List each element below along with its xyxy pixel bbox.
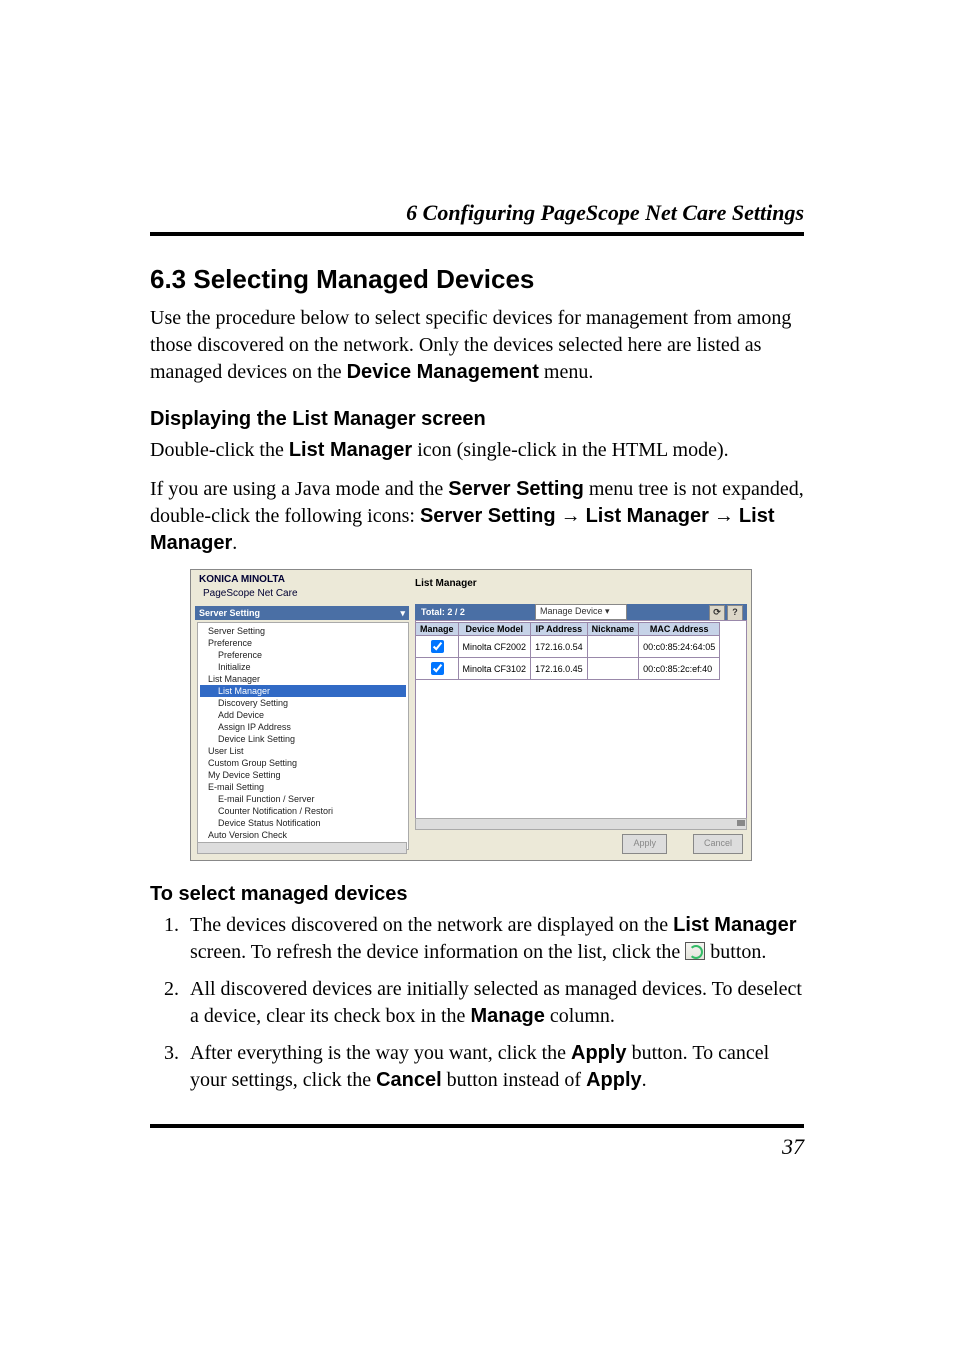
list-item: The devices discovered on the network ar… xyxy=(184,912,804,966)
settings-tree[interactable]: Server Setting Preference Preference Ini… xyxy=(197,622,409,850)
tree-device-link[interactable]: Device Link Setting xyxy=(200,733,406,745)
tree-preference-sub[interactable]: Preference xyxy=(200,649,406,661)
tree-scrollbar[interactable] xyxy=(197,842,407,854)
screenshot-list-manager: KONICA MINOLTA PageScope Net Care Server… xyxy=(190,569,752,861)
tree-user-list[interactable]: User List xyxy=(200,745,406,757)
page-number: 37 xyxy=(150,1134,804,1160)
tree-server-setting[interactable]: Server Setting xyxy=(200,625,406,637)
subhead-select: To select managed devices xyxy=(150,883,804,906)
tree-assign-ip[interactable]: Assign IP Address xyxy=(200,721,406,733)
col-device-model[interactable]: Device Model xyxy=(458,623,531,636)
panel-toolbar: Total: 2 / 2 Manage Device ▾ ⟳ ? xyxy=(415,604,747,620)
app-name: PageScope Net Care xyxy=(203,588,298,599)
sub1-para2: If you are using a Java mode and the Ser… xyxy=(150,476,804,557)
refresh-icon[interactable]: ⟳ xyxy=(709,605,725,621)
sub1-para1: Double-click the List Manager icon (sing… xyxy=(150,437,804,464)
section-intro: Use the procedure below to select specif… xyxy=(150,305,804,386)
tree-counter-notif[interactable]: Counter Notification / Restori xyxy=(200,805,406,817)
brand-logo: KONICA MINOLTA xyxy=(199,574,285,585)
tree-preference[interactable]: Preference xyxy=(200,637,406,649)
tree-initialize[interactable]: Initialize xyxy=(200,661,406,673)
help-icon[interactable]: ? xyxy=(727,605,743,621)
table-scrollbar[interactable] xyxy=(415,818,747,830)
tree-auto-version-group[interactable]: Auto Version Check xyxy=(200,829,406,841)
tree-add-device[interactable]: Add Device xyxy=(200,709,406,721)
manage-device-dropdown[interactable]: Manage Device ▾ xyxy=(535,604,627,620)
sidebar-header: Server Setting ▾ xyxy=(195,606,409,620)
table-row[interactable]: Minolta CF2002 172.16.0.54 00:c0:85:24:6… xyxy=(416,636,720,658)
section-title: 6.3 Selecting Managed Devices xyxy=(150,264,804,295)
table-row[interactable]: Minolta CF3102 172.16.0.45 00:c0:85:2c:e… xyxy=(416,658,720,680)
tree-custom-group[interactable]: Custom Group Setting xyxy=(200,757,406,769)
col-mac-address[interactable]: MAC Address xyxy=(639,623,720,636)
panel-title: List Manager xyxy=(415,578,477,589)
list-item: All discovered devices are initially sel… xyxy=(184,976,804,1030)
refresh-inline-icon xyxy=(685,942,705,960)
tree-discovery[interactable]: Discovery Setting xyxy=(200,697,406,709)
manage-checkbox[interactable] xyxy=(431,662,444,675)
tree-list-manager[interactable]: List Manager xyxy=(200,685,406,697)
list-item: After everything is the way you want, cl… xyxy=(184,1040,804,1094)
device-table: Manage Device Model IP Address Nickname … xyxy=(415,622,720,680)
chapter-heading: 6 Configuring PageScope Net Care Setting… xyxy=(150,200,804,226)
tree-my-device[interactable]: My Device Setting xyxy=(200,769,406,781)
cancel-button[interactable]: Cancel xyxy=(693,834,743,854)
col-nickname[interactable]: Nickname xyxy=(587,623,639,636)
col-manage[interactable]: Manage xyxy=(416,623,459,636)
tree-device-status-notif[interactable]: Device Status Notification xyxy=(200,817,406,829)
col-ip-address[interactable]: IP Address xyxy=(531,623,588,636)
manage-checkbox[interactable] xyxy=(431,640,444,653)
top-rule xyxy=(150,232,804,236)
subhead-display: Displaying the List Manager screen xyxy=(150,408,804,431)
apply-button[interactable]: Apply xyxy=(622,834,667,854)
tree-list-manager-group[interactable]: List Manager xyxy=(200,673,406,685)
tree-email-function[interactable]: E-mail Function / Server xyxy=(200,793,406,805)
bottom-rule xyxy=(150,1124,804,1128)
procedure-list: The devices discovered on the network ar… xyxy=(150,912,804,1094)
tree-email-setting-group[interactable]: E-mail Setting xyxy=(200,781,406,793)
